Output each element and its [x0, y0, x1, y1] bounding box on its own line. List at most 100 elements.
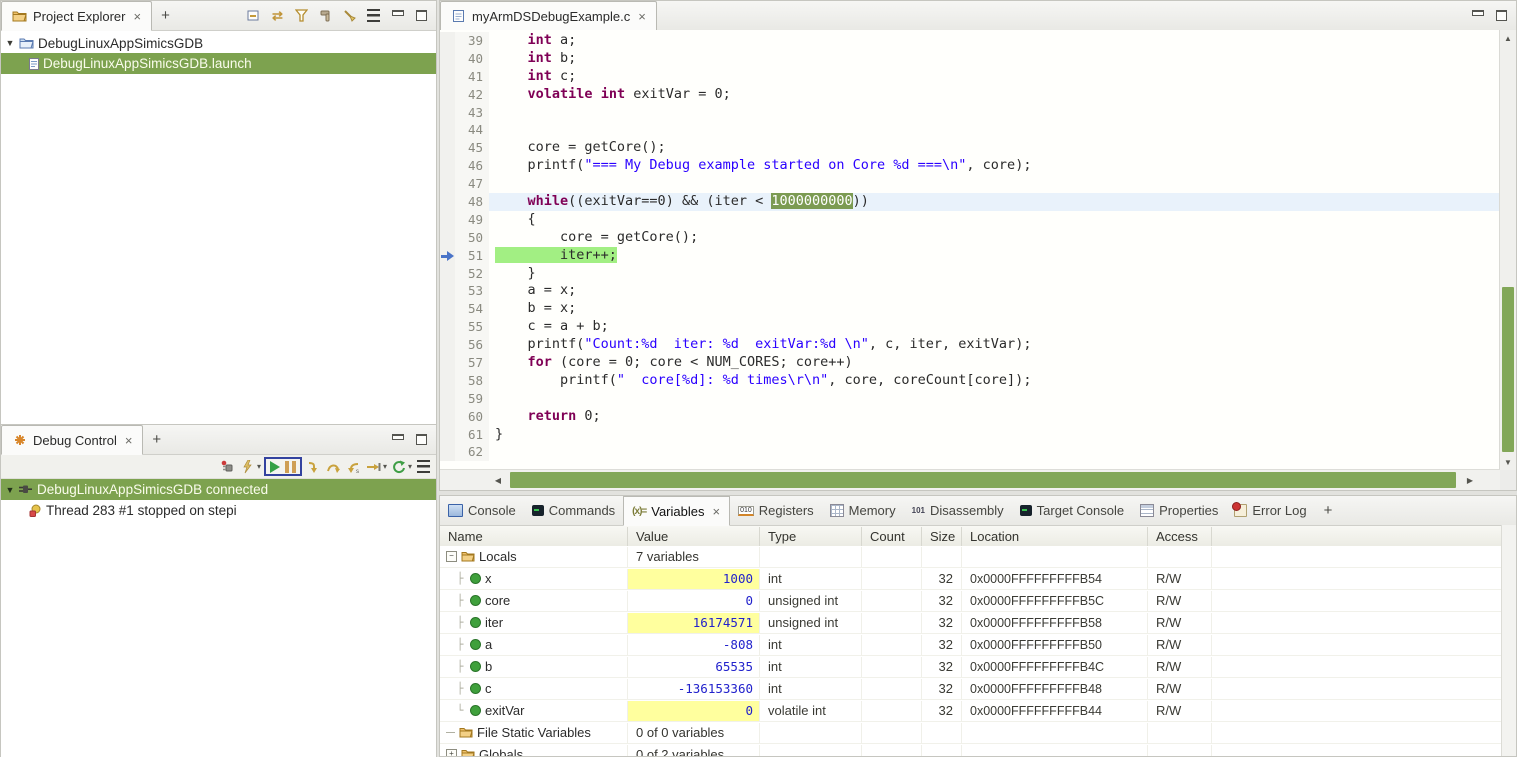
- code-line[interactable]: 44: [440, 121, 1500, 139]
- code-line[interactable]: 39 int a;: [440, 32, 1500, 50]
- step-into-icon[interactable]: [305, 459, 322, 475]
- collapse-arrow-icon[interactable]: ▼: [5, 38, 15, 48]
- variables-scrollbar-track[interactable]: [1501, 525, 1516, 756]
- scroll-up-icon[interactable]: ▲: [1500, 30, 1516, 46]
- maximize-icon[interactable]: [413, 432, 430, 448]
- step-mode-dropdown-icon[interactable]: ▾: [383, 462, 387, 471]
- code-line[interactable]: 42 volatile int exitVar = 0;: [440, 86, 1500, 104]
- tab-registers[interactable]: 010Registers: [730, 496, 822, 525]
- close-icon[interactable]: ×: [132, 9, 142, 24]
- scroll-right-icon[interactable]: ▶: [1462, 470, 1478, 490]
- refresh-icon[interactable]: [390, 459, 407, 475]
- minimize-icon[interactable]: [389, 8, 406, 24]
- code-line[interactable]: 50 core = getCore();: [440, 229, 1500, 247]
- minimize-icon[interactable]: [389, 432, 406, 448]
- collapse-icon[interactable]: −: [446, 551, 457, 562]
- build-hammer-icon[interactable]: [317, 8, 334, 24]
- variable-row-a[interactable]: ├a-808int320x0000FFFFFFFFFB50R/W: [440, 634, 1502, 656]
- expand-icon[interactable]: +: [446, 749, 457, 756]
- close-icon[interactable]: ×: [637, 9, 647, 24]
- scroll-down-icon[interactable]: ▼: [1500, 454, 1516, 470]
- variable-row-locals[interactable]: −Locals7 variables: [440, 546, 1502, 568]
- new-view-button[interactable]: +: [143, 425, 170, 454]
- code-line[interactable]: 60 return 0;: [440, 408, 1500, 426]
- variable-row-iter[interactable]: ├iter16174571unsigned int320x0000FFFFFFF…: [440, 612, 1502, 634]
- code-line[interactable]: 53 a = x;: [440, 282, 1500, 300]
- step-over-icon[interactable]: [325, 459, 342, 475]
- code-line[interactable]: 57 for (core = 0; core < NUM_CORES; core…: [440, 354, 1500, 372]
- filter-icon[interactable]: [293, 8, 310, 24]
- close-icon[interactable]: ×: [711, 504, 721, 519]
- variable-row-b[interactable]: ├b65535int320x0000FFFFFFFFFB4CR/W: [440, 656, 1502, 678]
- code-line[interactable]: 52 }: [440, 265, 1500, 283]
- variable-row-globals[interactable]: +Globals0 of 2 variables: [440, 744, 1502, 756]
- column-header-location[interactable]: Location: [962, 527, 1148, 547]
- tree-item-thread[interactable]: Thread 283 #1 stopped on stepi: [1, 500, 436, 520]
- tree-item-connection[interactable]: ▼ DebugLinuxAppSimicsGDB connected: [1, 479, 436, 500]
- maximize-icon[interactable]: [413, 8, 430, 24]
- step-mode-icon[interactable]: [365, 459, 382, 475]
- code-line[interactable]: 51 iter++;: [440, 247, 1500, 265]
- code-line[interactable]: 43: [440, 104, 1500, 122]
- code-line[interactable]: 45 core = getCore();: [440, 139, 1500, 157]
- variable-row-exitvar[interactable]: └exitVar0volatile int320x0000FFFFFFFFFB4…: [440, 700, 1502, 722]
- tab-variables[interactable]: (x)=Variables×: [623, 496, 730, 526]
- variable-row-file-static-variables[interactable]: File Static Variables0 of 0 variables: [440, 722, 1502, 744]
- collapse-arrow-icon[interactable]: ▼: [5, 485, 15, 495]
- tab-target-console[interactable]: Target Console: [1012, 496, 1132, 525]
- code-line[interactable]: 58 printf(" core[%d]: %d times\r\n", cor…: [440, 372, 1500, 390]
- new-view-button[interactable]: +: [152, 1, 179, 30]
- variable-row-c[interactable]: ├c-136153360int320x0000FFFFFFFFFB48R/W: [440, 678, 1502, 700]
- column-header-access[interactable]: Access: [1148, 527, 1212, 547]
- view-menu-icon[interactable]: [365, 8, 382, 24]
- disconnect-icon[interactable]: [219, 459, 236, 475]
- column-header-size[interactable]: Size: [922, 527, 962, 547]
- scrollbar-thumb[interactable]: [510, 472, 1456, 488]
- tab-properties[interactable]: Properties: [1132, 496, 1226, 525]
- variable-row-core[interactable]: ├core0unsigned int320x0000FFFFFFFFFB5CR/…: [440, 590, 1502, 612]
- column-header-count[interactable]: Count: [862, 527, 922, 547]
- tab-debug-control[interactable]: Debug Control ×: [1, 425, 143, 455]
- collapse-all-icon[interactable]: [245, 8, 262, 24]
- flash-dropdown-icon[interactable]: ▾: [257, 462, 261, 471]
- code-line[interactable]: 61}: [440, 426, 1500, 444]
- flash-device-icon[interactable]: [239, 459, 256, 475]
- variable-row-x[interactable]: ├x1000int320x0000FFFFFFFFFB54R/W: [440, 568, 1502, 590]
- code-line[interactable]: 59: [440, 390, 1500, 408]
- code-line[interactable]: 41 int c;: [440, 68, 1500, 86]
- column-header-value[interactable]: Value: [628, 527, 760, 547]
- column-header-name[interactable]: Name: [440, 527, 628, 547]
- editor-vertical-scrollbar[interactable]: ▲ ▼: [1499, 30, 1516, 470]
- refresh-dropdown-icon[interactable]: ▾: [408, 462, 412, 471]
- clean-broom-icon[interactable]: [341, 8, 358, 24]
- continue-button[interactable]: [270, 461, 280, 473]
- view-menu-icon[interactable]: [415, 459, 432, 475]
- interrupt-button[interactable]: [285, 461, 296, 473]
- tab-project-explorer[interactable]: Project Explorer ×: [1, 1, 152, 31]
- code-line[interactable]: 46 printf("=== My Debug example started …: [440, 157, 1500, 175]
- tab-console[interactable]: Console: [440, 496, 524, 525]
- code-line[interactable]: 47: [440, 175, 1500, 193]
- code-line[interactable]: 62: [440, 443, 1500, 461]
- tree-item-project[interactable]: ▼ DebugLinuxAppSimicsGDB: [1, 31, 436, 53]
- tab-editor-file[interactable]: myArmDSDebugExample.c ×: [440, 1, 657, 31]
- code-line[interactable]: 49 {: [440, 211, 1500, 229]
- code-line[interactable]: 56 printf("Count:%d iter: %d exitVar:%d …: [440, 336, 1500, 354]
- minimize-icon[interactable]: [1469, 8, 1486, 24]
- new-view-button[interactable]: +: [1315, 496, 1342, 525]
- link-with-editor-icon[interactable]: ⇄: [269, 8, 286, 24]
- code-line[interactable]: 54 b = x;: [440, 300, 1500, 318]
- tab-memory[interactable]: Memory: [822, 496, 904, 525]
- tab-error-log[interactable]: Error Log: [1226, 496, 1314, 525]
- tab-disassembly[interactable]: 101Disassembly: [904, 496, 1012, 525]
- column-header-type[interactable]: Type: [760, 527, 862, 547]
- scroll-left-icon[interactable]: ◀: [490, 470, 506, 490]
- step-return-icon[interactable]: s: [345, 459, 362, 475]
- code-area[interactable]: 39 int a;40 int b;41 int c;42 volatile i…: [440, 30, 1500, 470]
- editor-horizontal-scrollbar[interactable]: ◀ ▶: [440, 469, 1500, 490]
- tab-commands[interactable]: Commands: [524, 496, 623, 525]
- close-icon[interactable]: ×: [124, 433, 134, 448]
- code-line[interactable]: 55 c = a + b;: [440, 318, 1500, 336]
- maximize-icon[interactable]: [1493, 8, 1510, 24]
- code-line[interactable]: 48 while((exitVar==0) && (iter < 1000000…: [440, 193, 1500, 211]
